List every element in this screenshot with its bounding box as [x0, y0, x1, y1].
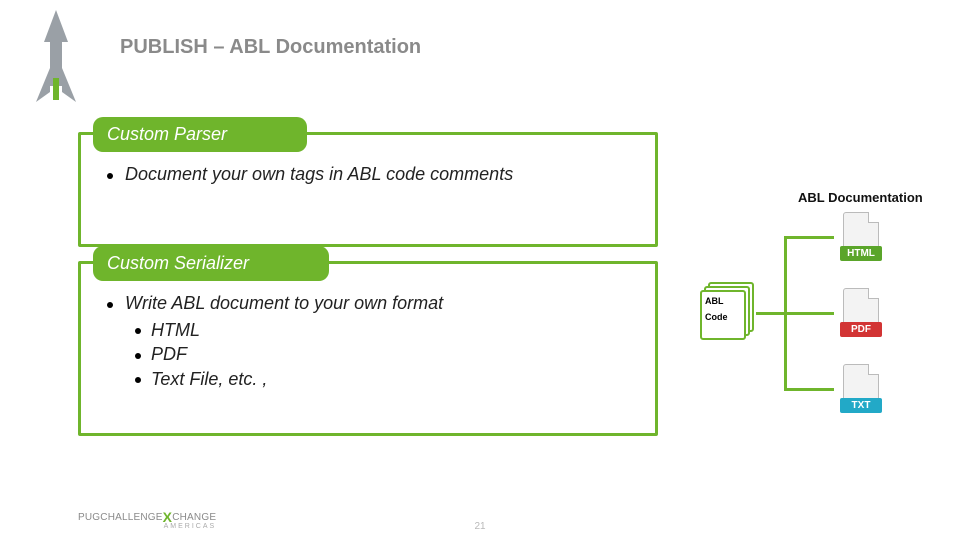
- sub-bullet: PDF: [135, 343, 641, 366]
- stack-label-1: ABL: [705, 296, 741, 306]
- badge-pdf: PDF: [840, 322, 882, 337]
- bullet: Document your own tags in ABL code comme…: [107, 163, 641, 186]
- bullet-text: Write ABL document to your own format: [125, 293, 443, 313]
- file-icon-html: HTML: [840, 212, 882, 264]
- page-number: 21: [0, 521, 960, 532]
- sub-bullet: HTML: [135, 319, 641, 342]
- branch-line: [784, 312, 834, 315]
- pill-custom-serializer: Custom Serializer: [93, 246, 329, 281]
- branch-line: [784, 236, 834, 239]
- block2-content: Write ABL document to your own format HT…: [81, 264, 655, 402]
- diagram-heading: ABL Documentation: [798, 190, 923, 205]
- branch-line: [784, 388, 834, 391]
- slide-logo: [6, 8, 106, 108]
- branch-line: [756, 312, 784, 315]
- block-custom-parser: Custom Parser Document your own tags in …: [78, 132, 658, 247]
- block-custom-serializer: Custom Serializer Write ABL document to …: [78, 261, 658, 436]
- slide-title: PUBLISH – ABL Documentation: [120, 36, 421, 59]
- file-icon-txt: TXT: [840, 364, 882, 416]
- badge-html: HTML: [840, 246, 882, 261]
- badge-txt: TXT: [840, 398, 882, 413]
- stack-label-2: Code: [705, 312, 741, 322]
- bullet: Write ABL document to your own format HT…: [107, 292, 641, 390]
- abl-code-stack: ABL Code: [700, 282, 758, 342]
- pill-custom-parser: Custom Parser: [93, 117, 307, 152]
- sub-bullet: Text File, etc. ,: [135, 368, 641, 391]
- file-icon-pdf: PDF: [840, 288, 882, 340]
